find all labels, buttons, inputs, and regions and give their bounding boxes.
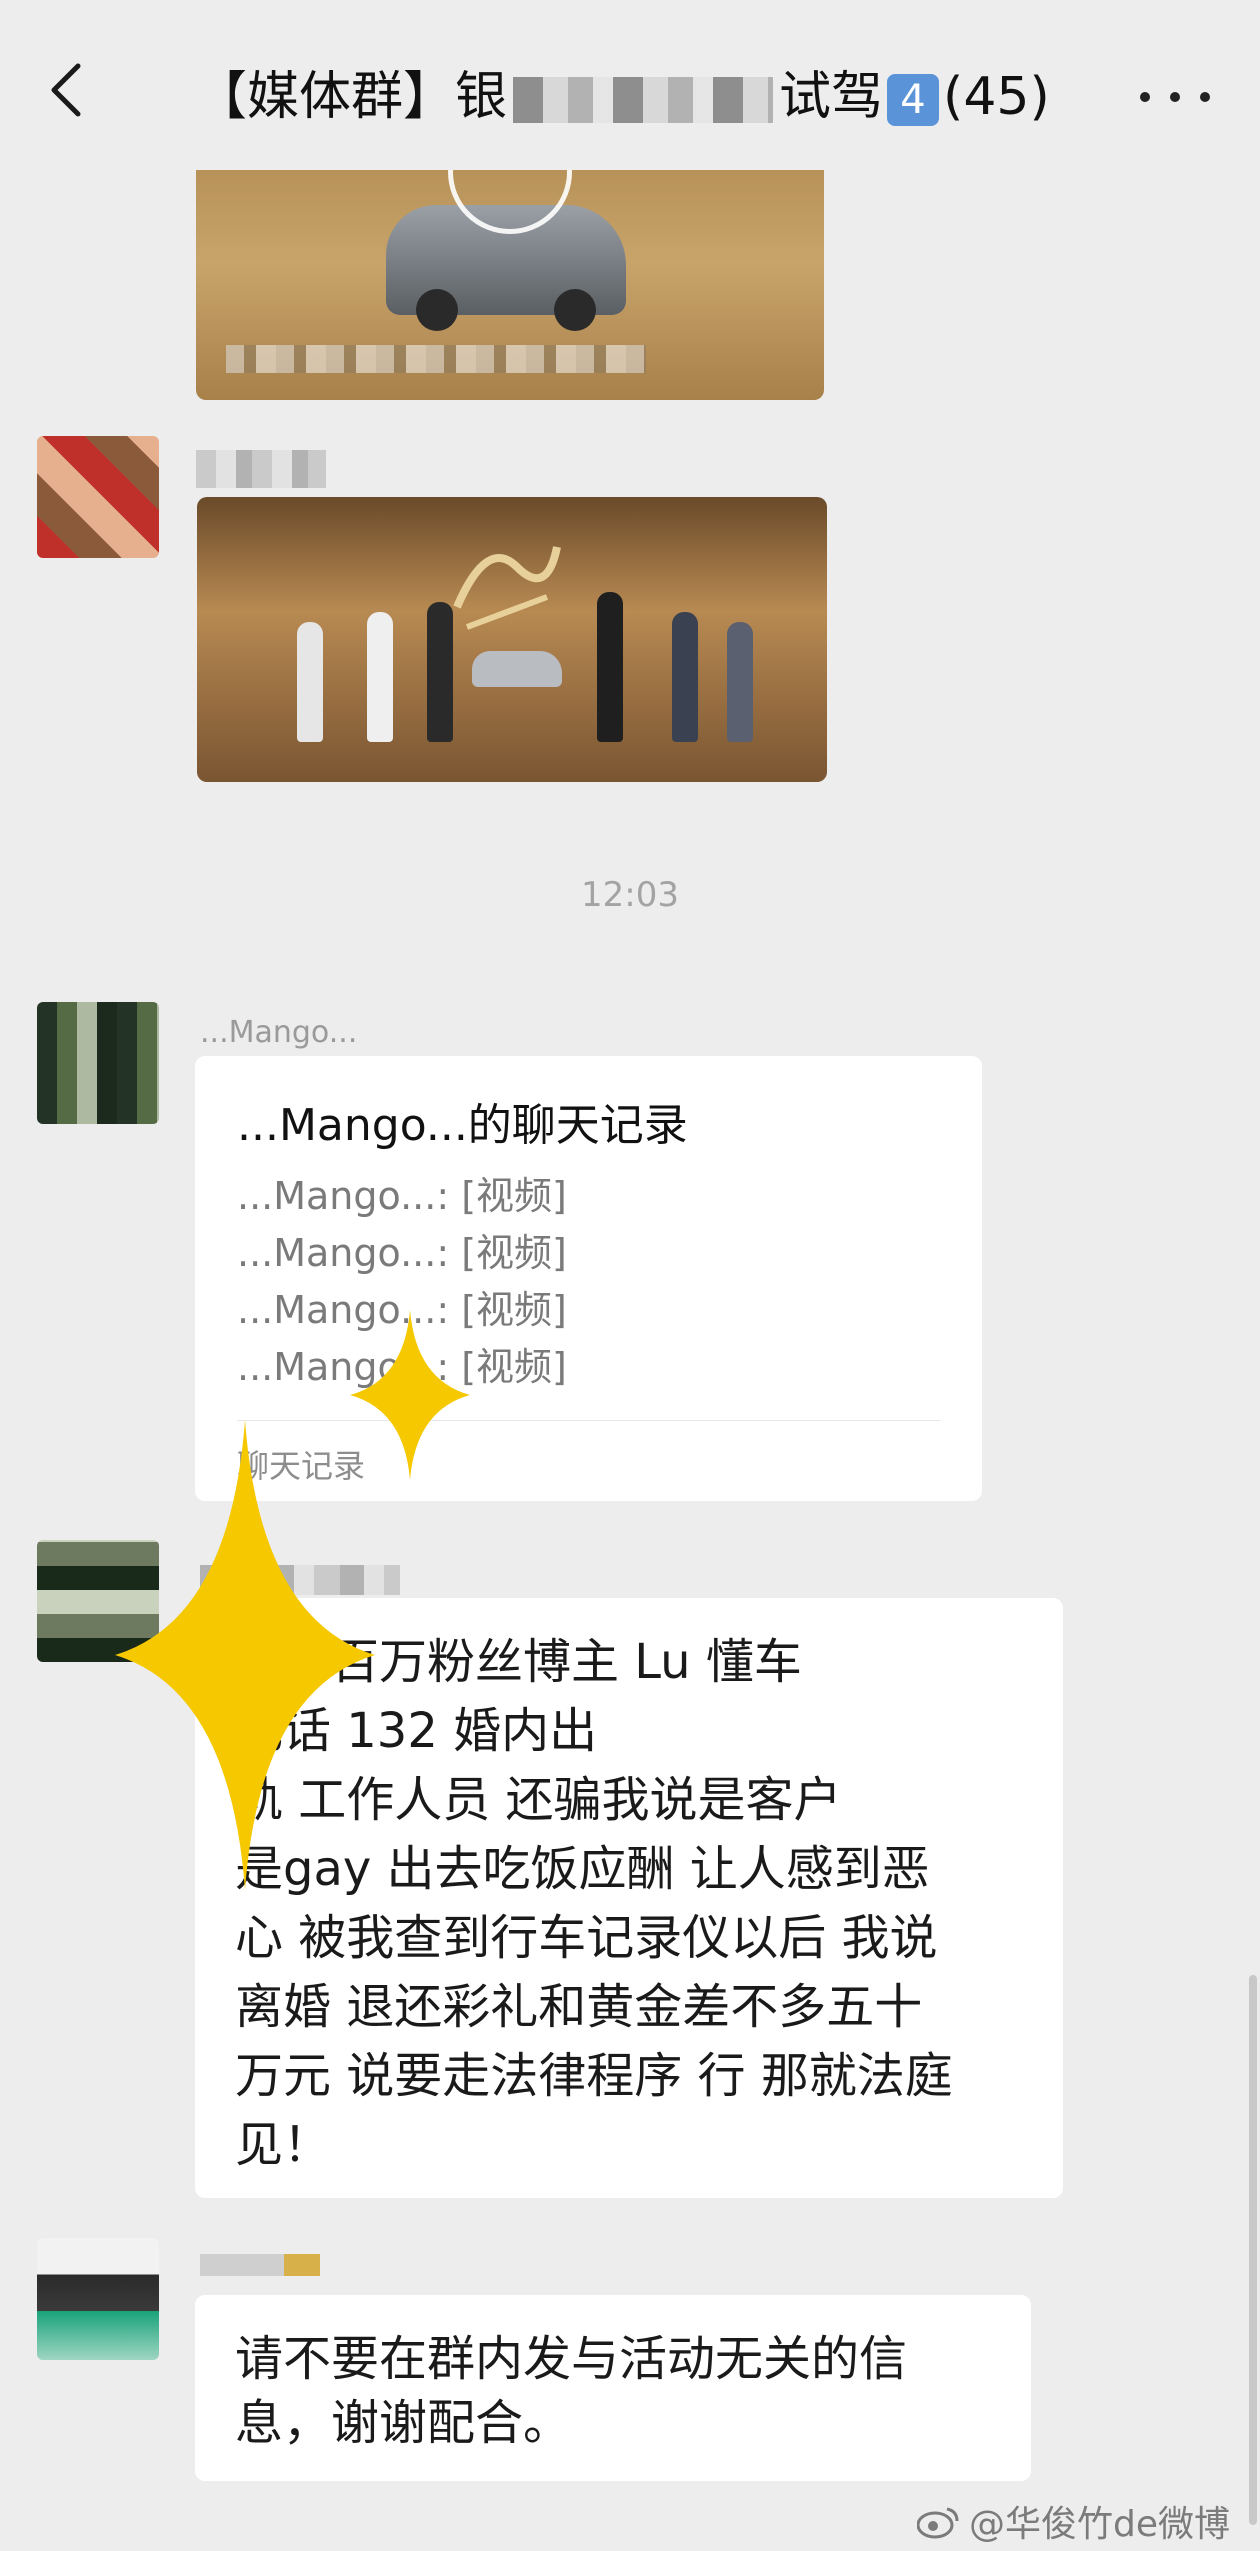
more-dots-icon xyxy=(1140,92,1150,102)
person-figure xyxy=(297,622,323,742)
more-options-button[interactable] xyxy=(1140,72,1210,122)
person-figure xyxy=(427,602,453,742)
person-figure xyxy=(672,612,698,742)
redacted-name xyxy=(513,77,774,123)
chat-title: 【媒体群】银 试驾 4 (45) xyxy=(195,62,1065,132)
chat-title-prefix: 【媒体群】银 xyxy=(195,67,508,127)
sparkle-mark-icon xyxy=(115,1420,375,1890)
member-count: (45) xyxy=(943,67,1050,127)
chat-record-line: ...Mango...: [视频] xyxy=(237,1231,567,1275)
avatar[interactable] xyxy=(37,436,159,558)
car-image xyxy=(472,651,562,687)
sender-name: ...Mango... xyxy=(200,1015,358,1050)
video-message-thumbnail[interactable] xyxy=(196,150,824,400)
message-text: 请不要在群内发与活动无关的信 息，谢谢配合。 xyxy=(235,2331,908,2451)
scrollbar[interactable] xyxy=(1249,1975,1257,2525)
person-figure xyxy=(727,622,753,742)
chat-record-line: ...Mango...: [视频] xyxy=(237,1288,567,1332)
redacted-caption xyxy=(226,345,646,373)
redacted-sender-name xyxy=(196,450,326,488)
avatar[interactable] xyxy=(37,2238,159,2360)
title-badge: 4 xyxy=(887,74,940,126)
weibo-logo-icon xyxy=(916,2507,959,2539)
chat-header: 【媒体群】银 试驾 4 (45) xyxy=(0,0,1260,170)
message-timestamp: 12:03 xyxy=(581,875,679,915)
chat-record-line: ...Mango...: [视频] xyxy=(237,1174,567,1218)
chat-record-title: ...Mango...的聊天记录 xyxy=(237,1100,688,1151)
video-message-thumbnail[interactable] xyxy=(197,497,827,782)
chevron-left-icon xyxy=(51,63,81,117)
watermark: @华俊竹de微博 xyxy=(916,2495,1230,2547)
person-figure xyxy=(597,592,623,742)
chat-title-suffix: 试驾 xyxy=(779,67,884,127)
person-figure xyxy=(367,612,393,742)
avatar[interactable] xyxy=(37,1002,159,1124)
redacted-sender-name xyxy=(200,2254,320,2276)
watermark-text: @华俊竹de微博 xyxy=(968,2504,1230,2545)
chat-record-line: ...Mango...: [视频] xyxy=(237,1345,567,1389)
stage-logo-image xyxy=(447,527,567,648)
text-message-bubble[interactable]: 请不要在群内发与活动无关的信 息，谢谢配合。 xyxy=(195,2295,1031,2481)
back-button[interactable] xyxy=(40,60,90,120)
